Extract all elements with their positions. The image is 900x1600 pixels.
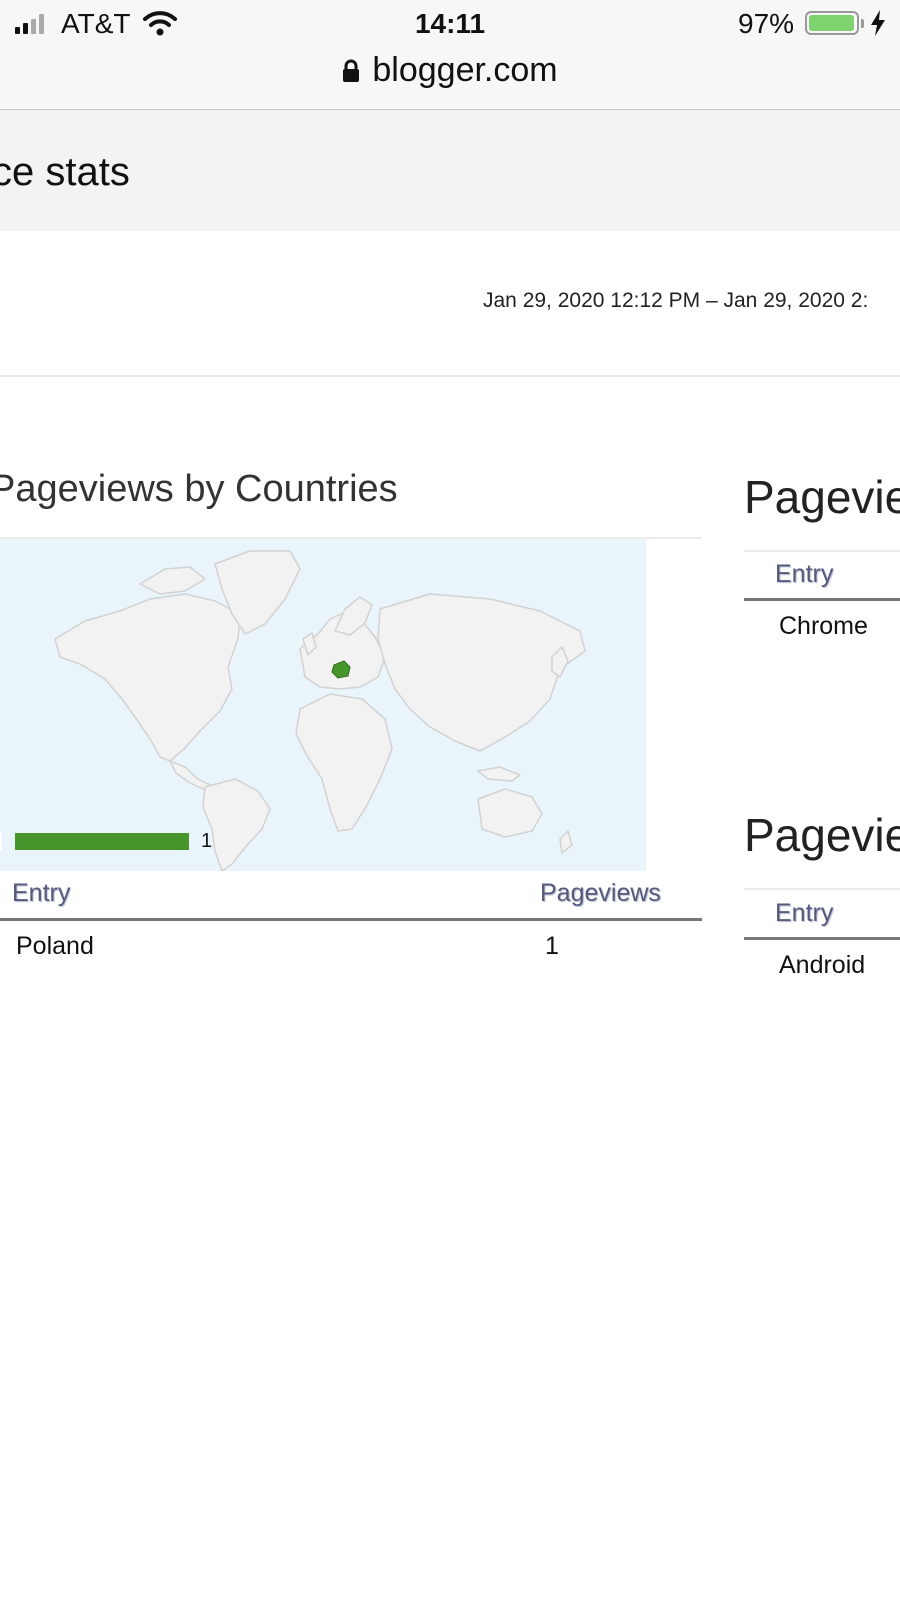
charging-bolt-icon: [871, 10, 885, 36]
browsers-title-rule: [744, 550, 900, 552]
new-zealand-shape: [559, 830, 573, 854]
countries-header-rule: [0, 918, 702, 921]
australia-shape: [477, 788, 543, 838]
os-header-rule: [744, 937, 900, 940]
address-bar[interactable]: blogger.com: [0, 48, 900, 110]
south-america-shape: [202, 778, 271, 871]
countries-header-pageviews[interactable]: Pageviews: [540, 879, 661, 908]
central-america-shape: [169, 760, 211, 792]
browsers-header-entry[interactable]: Entry: [775, 560, 833, 589]
legend-min-tick: [0, 833, 2, 850]
browsers-panel-title: Pagevie: [744, 471, 900, 523]
os-panel-title: Pagevie: [744, 809, 900, 861]
africa-shape: [295, 693, 393, 832]
os-title-rule: [744, 888, 900, 890]
legend-max-value: 1: [201, 830, 213, 852]
north-america-shape: [54, 593, 241, 762]
status-bar: AT&T 14:11 97%: [0, 0, 900, 48]
legend-color-bar: [15, 833, 189, 850]
date-range[interactable]: Jan 29, 2020 12:12 PM – Jan 29, 2020 2:: [483, 289, 868, 313]
lock-icon: [343, 59, 360, 82]
battery-percent: 97%: [738, 8, 795, 39]
table-row-entry: Poland: [16, 932, 94, 960]
countries-panel-title: Pageviews by Countries: [0, 468, 398, 510]
arctic-islands-shape: [139, 566, 206, 595]
os-header-entry[interactable]: Entry: [775, 899, 833, 928]
browsers-row-entry: Chrome: [779, 612, 868, 640]
battery-icon: [805, 11, 859, 35]
browsers-header-rule: [744, 598, 900, 601]
page-header: ce stats: [0, 110, 900, 231]
battery-level: [809, 15, 854, 31]
countries-header-entry[interactable]: Entry: [12, 879, 70, 908]
world-map[interactable]: 1: [0, 539, 646, 871]
url-text[interactable]: blogger.com: [372, 51, 557, 90]
os-row-entry: Android: [779, 951, 866, 979]
battery-nub: [861, 19, 864, 28]
divider: [0, 375, 900, 377]
world-map-svg: [54, 550, 586, 871]
indonesia-shape: [477, 766, 521, 782]
page-title: ce stats: [0, 150, 130, 194]
table-row-pageviews: 1: [545, 932, 559, 960]
